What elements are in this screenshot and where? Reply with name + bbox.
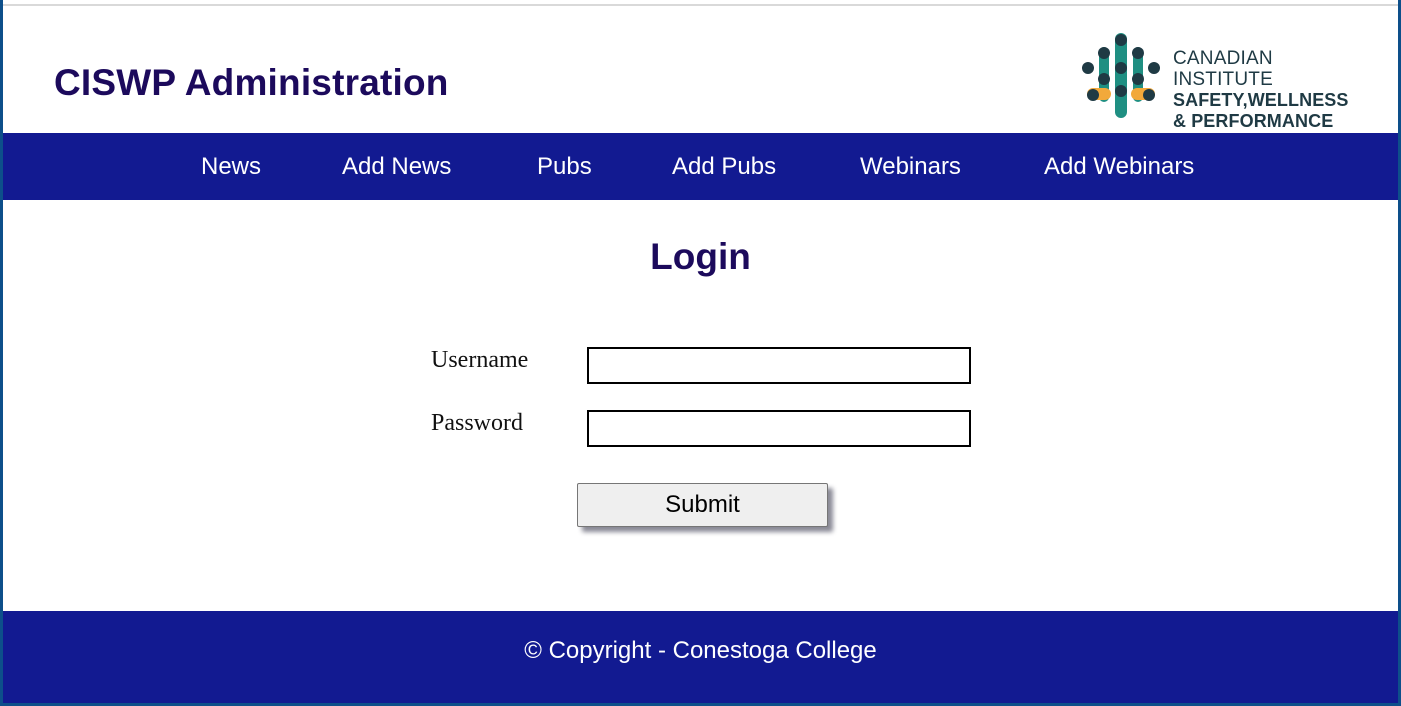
logo-mark-icon (1082, 33, 1160, 118)
username-label: Username (431, 347, 529, 373)
password-input[interactable] (587, 410, 971, 447)
password-label: Password (431, 410, 524, 436)
nav-news[interactable]: News (201, 153, 261, 181)
logo-text: CANADIAN INSTITUTE SAFETY,WELLNESS & PER… (1173, 48, 1377, 132)
logo-line-3: & PERFORMANCE (1173, 111, 1334, 131)
username-input[interactable] (587, 347, 971, 384)
footer: © Copyright - Conestoga College (3, 611, 1398, 703)
logo-line-2: SAFETY,WELLNESS (1173, 90, 1349, 110)
footer-copyright: © Copyright - Conestoga College (524, 637, 877, 664)
page-frame: CISWP Administration CANADIAN INSTITUTE … (0, 0, 1401, 706)
submit-button[interactable]: Submit (577, 483, 828, 527)
main-nav: News Add News Pubs Add Pubs Webinars Add… (3, 133, 1398, 200)
nav-pubs[interactable]: Pubs (537, 153, 592, 181)
logo-line-1: CANADIAN INSTITUTE (1173, 48, 1273, 90)
site-title: CISWP Administration (54, 62, 449, 103)
nav-add-news[interactable]: Add News (342, 153, 451, 181)
nav-add-pubs[interactable]: Add Pubs (672, 153, 776, 181)
nav-add-webinars[interactable]: Add Webinars (1044, 153, 1194, 181)
login-title: Login (650, 236, 751, 277)
nav-webinars[interactable]: Webinars (860, 153, 961, 181)
ciswp-logo: CANADIAN INSTITUTE SAFETY,WELLNESS & PER… (1077, 33, 1377, 131)
header: CISWP Administration CANADIAN INSTITUTE … (3, 6, 1398, 133)
